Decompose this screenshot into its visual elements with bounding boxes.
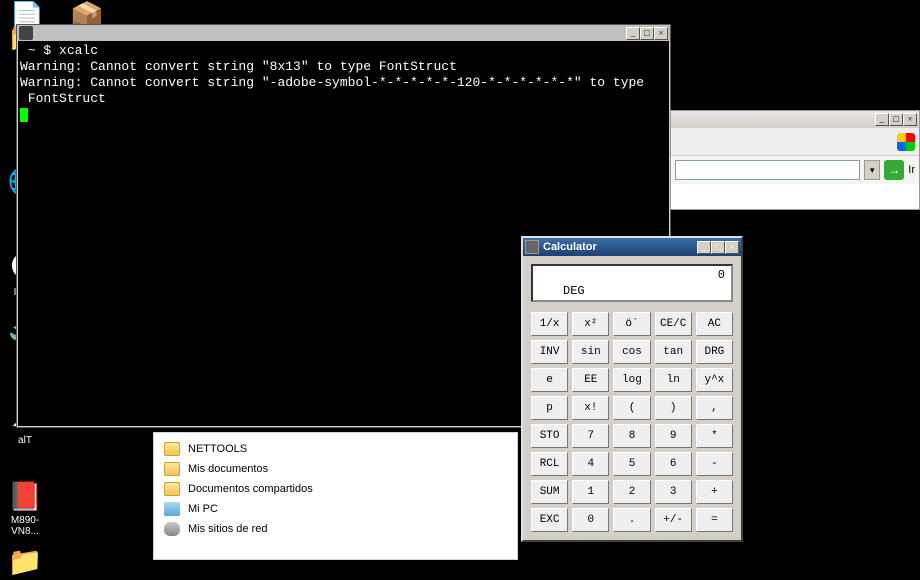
calculator-icon bbox=[525, 240, 539, 254]
calc-button-4[interactable]: 4 bbox=[572, 452, 609, 476]
calc-button-SUM[interactable]: SUM bbox=[531, 480, 568, 504]
calc-button-EXC[interactable]: EXC bbox=[531, 508, 568, 532]
file-item[interactable]: Mi PC bbox=[154, 499, 517, 519]
calculator-close-button[interactable]: × bbox=[725, 241, 739, 254]
folder-icon bbox=[164, 462, 180, 476]
calc-button-CEC[interactable]: CE/C bbox=[655, 312, 692, 336]
file-list-panel: NETTOOLS Mis documentos Documentos compart… bbox=[153, 432, 518, 560]
calc-button-cos[interactable]: cos bbox=[613, 340, 650, 364]
file-item-label: Mis documentos bbox=[188, 463, 268, 475]
calc-button-EE[interactable]: EE bbox=[572, 368, 609, 392]
calc-button-sin[interactable]: sin bbox=[572, 340, 609, 364]
terminal-minimize-button[interactable]: _ bbox=[626, 27, 640, 40]
desktop-icon-glyph: 📁 bbox=[0, 545, 50, 578]
explorer-maximize-button[interactable]: □ bbox=[889, 113, 903, 126]
calc-button-[interactable]: + bbox=[696, 480, 733, 504]
calc-button-ln[interactable]: ln bbox=[655, 368, 692, 392]
calculator-window: Calculator _ □ × 0 DEG 1/xx²ö`CE/CAC INVs… bbox=[521, 236, 743, 542]
display-value: 0 bbox=[718, 268, 725, 282]
calc-button-AC[interactable]: AC bbox=[696, 312, 733, 336]
calc-button-[interactable]: , bbox=[696, 396, 733, 420]
calculator-maximize-button[interactable]: □ bbox=[711, 241, 725, 254]
calc-button-3[interactable]: 3 bbox=[655, 480, 692, 504]
calc-button-6[interactable]: 6 bbox=[655, 452, 692, 476]
explorer-minimize-button[interactable]: _ bbox=[875, 113, 889, 126]
calc-button-yx[interactable]: y^x bbox=[696, 368, 733, 392]
file-item-label: Mi PC bbox=[188, 503, 218, 515]
net-icon bbox=[164, 522, 180, 536]
file-item[interactable]: Documentos compartidos bbox=[154, 479, 517, 499]
calculator-title: Calculator bbox=[543, 241, 597, 253]
calculator-display: 0 DEG bbox=[531, 264, 733, 302]
explorer-titlebar[interactable]: _ □ × bbox=[671, 111, 919, 128]
calc-button-9[interactable]: 9 bbox=[655, 424, 692, 448]
calculator-titlebar[interactable]: Calculator _ □ × bbox=[523, 238, 741, 256]
desktop-icon-glyph: 📕 bbox=[0, 480, 50, 513]
calc-button-tan[interactable]: tan bbox=[655, 340, 692, 364]
explorer-close-button[interactable]: × bbox=[903, 113, 917, 126]
desktop-icon[interactable]: 📕M890-VN8... bbox=[0, 480, 50, 537]
display-mode: DEG bbox=[563, 284, 585, 298]
calculator-keypad: 1/xx²ö`CE/CAC INVsincostanDRG eEEloglny^x p… bbox=[531, 312, 733, 532]
calc-button-[interactable]: * bbox=[696, 424, 733, 448]
go-button[interactable]: → bbox=[884, 160, 904, 180]
file-item-label: Mis sitios de red bbox=[188, 523, 267, 535]
calc-button-[interactable]: = bbox=[696, 508, 733, 532]
calc-button-[interactable]: ) bbox=[655, 396, 692, 420]
calc-button-1[interactable]: 1 bbox=[572, 480, 609, 504]
calc-button-log[interactable]: log bbox=[613, 368, 650, 392]
calc-button-RCL[interactable]: RCL bbox=[531, 452, 568, 476]
calc-button-5[interactable]: 5 bbox=[613, 452, 650, 476]
calc-button-[interactable]: +/- bbox=[655, 508, 692, 532]
calc-button-[interactable]: - bbox=[696, 452, 733, 476]
terminal-titlebar[interactable]: _ □ × bbox=[17, 25, 670, 41]
calc-button-e[interactable]: e bbox=[531, 368, 568, 392]
explorer-window: _ □ × ▾ → Ir bbox=[670, 110, 920, 210]
desktop-icon-label: alT bbox=[0, 435, 50, 446]
address-dropdown-button[interactable]: ▾ bbox=[864, 160, 880, 180]
file-item[interactable]: NETTOOLS bbox=[154, 439, 517, 459]
terminal-cursor bbox=[20, 108, 28, 122]
calc-button-7[interactable]: 7 bbox=[572, 424, 609, 448]
go-label: Ir bbox=[908, 164, 915, 176]
calc-button-0[interactable]: 0 bbox=[572, 508, 609, 532]
terminal-maximize-button[interactable]: □ bbox=[640, 27, 654, 40]
file-item[interactable]: Mis sitios de red bbox=[154, 519, 517, 539]
explorer-toolbar bbox=[671, 128, 919, 156]
xterm-icon bbox=[19, 26, 33, 40]
calculator-minimize-button[interactable]: _ bbox=[697, 241, 711, 254]
desktop-icon-label: M890-VN8... bbox=[0, 515, 50, 537]
windows-flag-icon bbox=[897, 133, 915, 151]
calc-button-[interactable]: ö` bbox=[613, 312, 650, 336]
calc-button-2[interactable]: 2 bbox=[613, 480, 650, 504]
calc-button-INV[interactable]: INV bbox=[531, 340, 568, 364]
calc-button-[interactable]: ( bbox=[613, 396, 650, 420]
folder-icon bbox=[164, 442, 180, 456]
calc-button-x[interactable]: x! bbox=[572, 396, 609, 420]
file-item-label: Documentos compartidos bbox=[188, 483, 313, 495]
calc-button-8[interactable]: 8 bbox=[613, 424, 650, 448]
explorer-address-row: ▾ → Ir bbox=[671, 156, 919, 184]
calc-button-x[interactable]: x² bbox=[572, 312, 609, 336]
pc-icon bbox=[164, 502, 180, 516]
file-item[interactable]: Mis documentos bbox=[154, 459, 517, 479]
folder-icon bbox=[164, 482, 180, 496]
arrow-right-icon: → bbox=[888, 163, 900, 177]
calc-button-DRG[interactable]: DRG bbox=[696, 340, 733, 364]
calc-button-[interactable]: . bbox=[613, 508, 650, 532]
terminal-close-button[interactable]: × bbox=[654, 27, 668, 40]
address-input[interactable] bbox=[675, 160, 860, 180]
calc-button-1x[interactable]: 1/x bbox=[531, 312, 568, 336]
file-item-label: NETTOOLS bbox=[188, 443, 247, 455]
desktop-icon[interactable]: 📁 bbox=[0, 545, 50, 580]
calc-button-STO[interactable]: STO bbox=[531, 424, 568, 448]
calc-button-p[interactable]: p bbox=[531, 396, 568, 420]
